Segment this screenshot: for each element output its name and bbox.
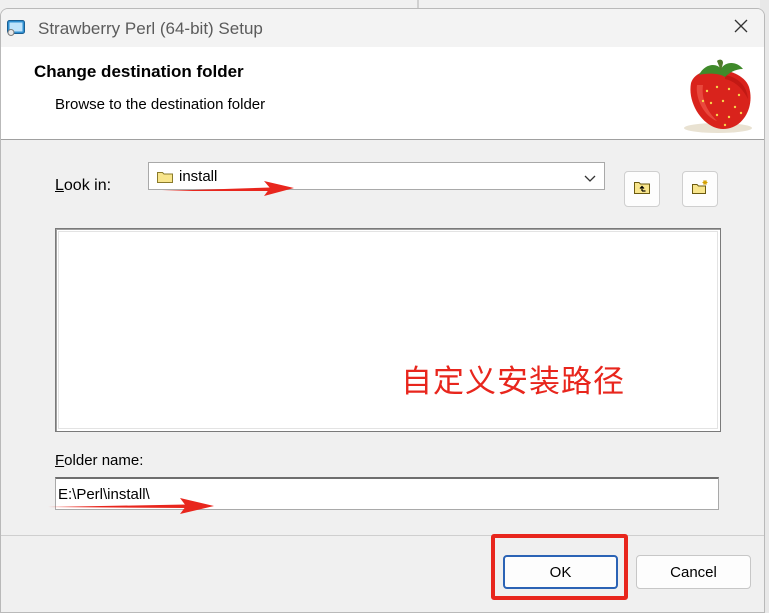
folder-name-label: Folder name: [55, 452, 144, 469]
title-bar[interactable]: Strawberry Perl (64-bit) Setup [1, 9, 764, 47]
close-icon [733, 18, 749, 39]
setup-icon [7, 20, 25, 36]
up-one-level-icon [633, 179, 651, 200]
new-folder-button[interactable] [682, 171, 718, 207]
look-in-dropdown[interactable]: install [148, 162, 605, 190]
strawberry-logo [677, 55, 759, 135]
folder-icon [157, 170, 173, 183]
cancel-button[interactable]: Cancel [636, 555, 751, 589]
window-title: Strawberry Perl (64-bit) Setup [38, 19, 263, 38]
page-subtitle: Browse to the destination folder [55, 96, 266, 113]
page-title: Change destination folder [34, 62, 244, 81]
look-in-label: Look in: [55, 177, 112, 194]
chevron-down-icon [584, 171, 596, 182]
footer-divider [1, 535, 764, 536]
folder-list[interactable] [55, 228, 721, 432]
look-in-value: install [179, 168, 218, 185]
ok-button[interactable]: OK [503, 555, 618, 589]
header-panel: Change destination folder Browse to the … [1, 47, 764, 140]
close-button[interactable] [718, 9, 764, 47]
up-one-level-button[interactable] [624, 171, 660, 207]
new-folder-icon [691, 179, 709, 200]
screenshot: Strawberry Perl (64-bit) Setup Change de… [0, 0, 769, 613]
browse-panel: Look in: install 自定义安装路径 Folder name: E:… [1, 140, 764, 535]
folder-name-input[interactable] [55, 477, 719, 510]
annotation-label: 自定义安装路径 [401, 364, 625, 400]
setup-dialog: Strawberry Perl (64-bit) Setup Change de… [0, 8, 765, 613]
